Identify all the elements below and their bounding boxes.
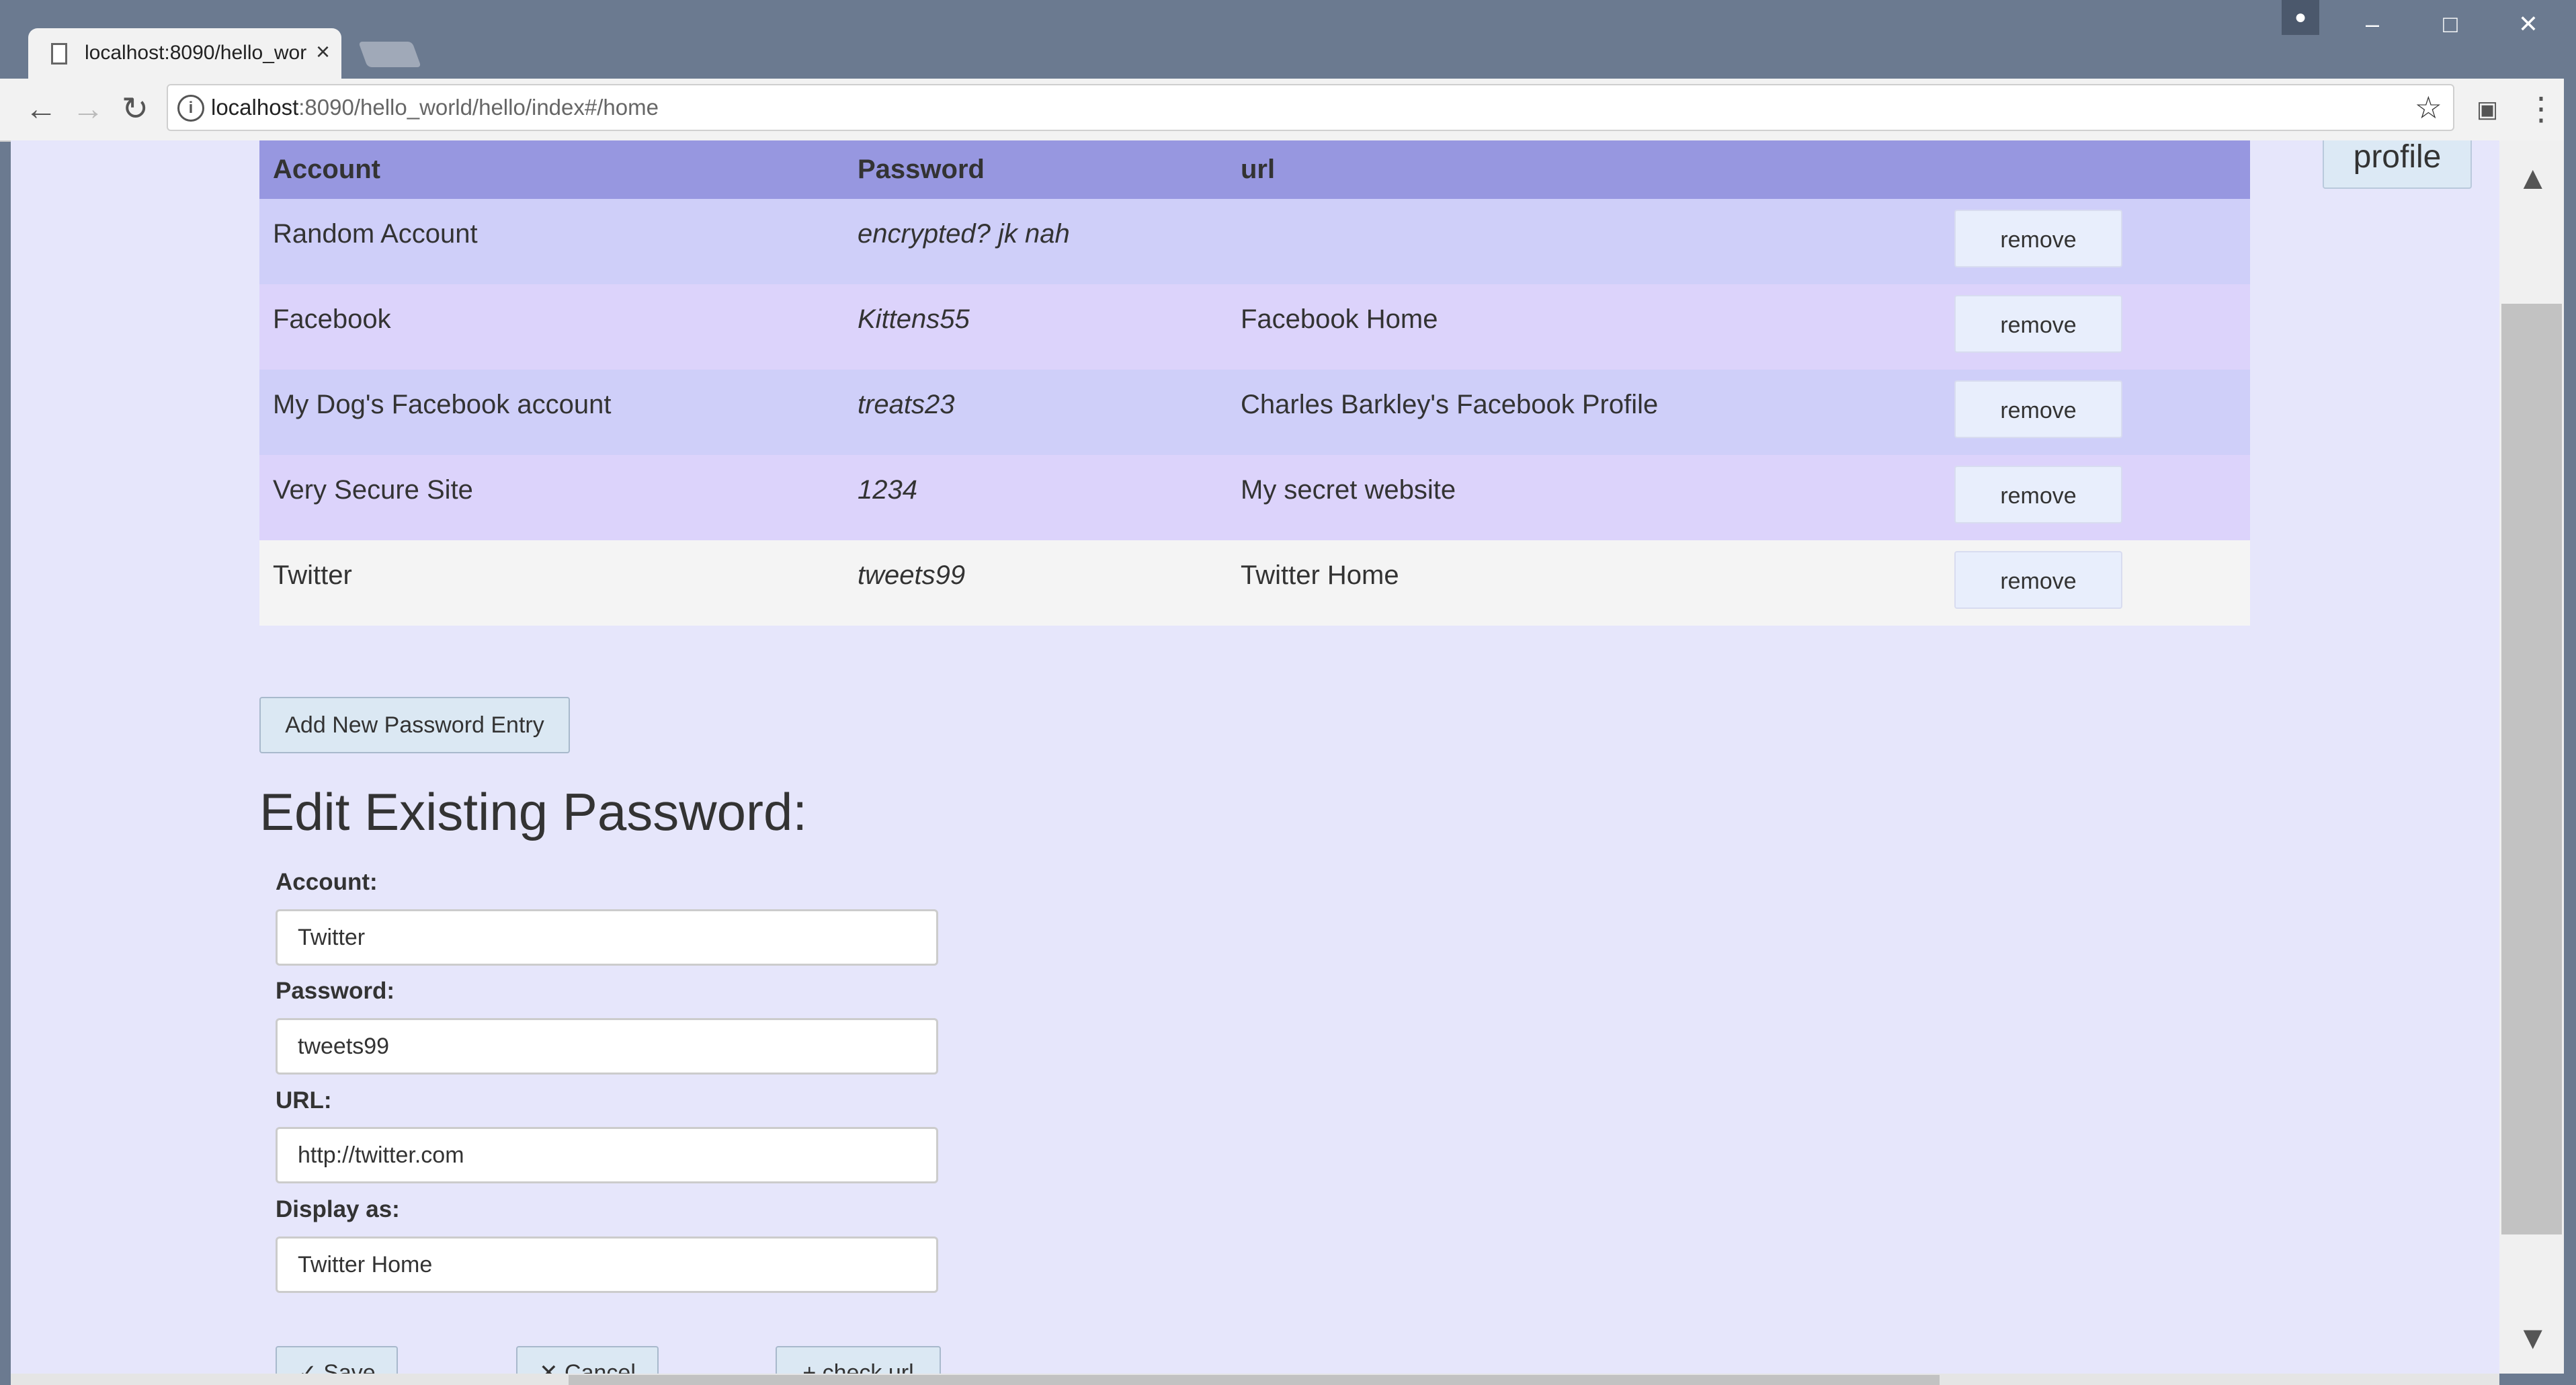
password-cell: treats23 [844, 370, 1227, 455]
table-row: Twitter tweets99 Twitter Home remove [259, 540, 2250, 626]
scrollbar-thumb[interactable] [2501, 304, 2562, 1234]
account-cell: Random Account [259, 199, 844, 284]
password-cell: 1234 [844, 455, 1227, 540]
horizontal-scrollbar-thumb[interactable] [569, 1375, 1940, 1385]
column-header-url: url [1227, 140, 1941, 199]
password-label: Password: [276, 978, 394, 1004]
tab-title: localhost:8090/hello_wor [85, 42, 306, 64]
display-as-label: Display as: [276, 1196, 400, 1222]
table-header-row: Account Password url [259, 140, 2250, 199]
column-header-account: Account [259, 140, 844, 199]
password-cell: tweets99 [844, 540, 1227, 626]
address-bar[interactable]: i localhost:8090/hello_world/hello/index… [167, 84, 2454, 131]
url-cell: Facebook Home [1227, 284, 1941, 370]
window-frame [2564, 79, 2576, 1385]
password-table: Account Password url Random Account encr… [259, 140, 2250, 626]
close-tab-icon[interactable]: × [316, 38, 330, 66]
table-row: Random Account encrypted? jk nah remove [259, 199, 2250, 284]
remove-button[interactable]: remove [1954, 295, 2122, 353]
table-row: Very Secure Site 1234 My secret website … [259, 455, 2250, 540]
table-row: Facebook Kittens55 Facebook Home remove [259, 284, 2250, 370]
url-field[interactable] [276, 1127, 938, 1183]
url-label: URL: [276, 1087, 332, 1114]
url-cell: My secret website [1227, 455, 1941, 540]
page-icon [51, 43, 67, 65]
password-cell: encrypted? jk nah [844, 199, 1227, 284]
edit-section-title: Edit Existing Password: [259, 782, 808, 841]
user-icon[interactable]: ● [2282, 0, 2319, 35]
account-label: Account: [276, 869, 378, 895]
new-tab-button[interactable] [358, 42, 421, 67]
menu-icon[interactable]: ⋮ [2518, 86, 2565, 133]
browser-tab[interactable]: localhost:8090/hello_wor × [28, 28, 341, 81]
profile-button[interactable]: profile [2323, 140, 2472, 189]
display-as-field[interactable] [276, 1236, 938, 1293]
minimize-icon[interactable]: – [2339, 4, 2406, 44]
url-cell [1227, 199, 1941, 284]
remove-button[interactable]: remove [1954, 466, 2122, 523]
address-url: localhost:8090/hello_world/hello/index#/… [211, 95, 659, 120]
close-window-icon[interactable]: ✕ [2495, 4, 2562, 44]
url-cell: Charles Barkley's Facebook Profile [1227, 370, 1941, 455]
account-cell: My Dog's Facebook account [259, 370, 844, 455]
column-header-actions [1941, 140, 2250, 199]
password-cell: Kittens55 [844, 284, 1227, 370]
reload-icon[interactable]: ↻ [112, 86, 159, 133]
forward-icon[interactable]: → [65, 86, 112, 133]
remove-button[interactable]: remove [1954, 551, 2122, 609]
scroll-up-icon[interactable]: ▲ [2517, 160, 2549, 197]
url-cell: Twitter Home [1227, 540, 1941, 626]
maximize-icon[interactable]: □ [2417, 4, 2484, 44]
remove-button[interactable]: remove [1954, 380, 2122, 438]
add-password-entry-button[interactable]: Add New Password Entry [259, 697, 570, 753]
bookmark-star-icon[interactable]: ☆ [2415, 89, 2442, 126]
column-header-password: Password [844, 140, 1227, 199]
check-url-button[interactable]: + check url [776, 1346, 941, 1374]
info-icon[interactable]: i [177, 95, 204, 122]
extension-icon[interactable]: ▣ [2464, 86, 2511, 133]
back-icon[interactable]: ← [17, 86, 65, 133]
account-field[interactable] [276, 909, 938, 966]
cancel-button[interactable]: ✕ Cancel [516, 1346, 659, 1374]
save-button[interactable]: ✓ Save [276, 1346, 398, 1374]
account-cell: Facebook [259, 284, 844, 370]
scroll-down-icon[interactable]: ▼ [2517, 1320, 2549, 1357]
table-row: My Dog's Facebook account treats23 Charl… [259, 370, 2250, 455]
account-cell: Twitter [259, 540, 844, 626]
remove-button[interactable]: remove [1954, 210, 2122, 267]
page-content: Account Password url Random Account encr… [11, 140, 2499, 1374]
password-field[interactable] [276, 1018, 938, 1075]
account-cell: Very Secure Site [259, 455, 844, 540]
